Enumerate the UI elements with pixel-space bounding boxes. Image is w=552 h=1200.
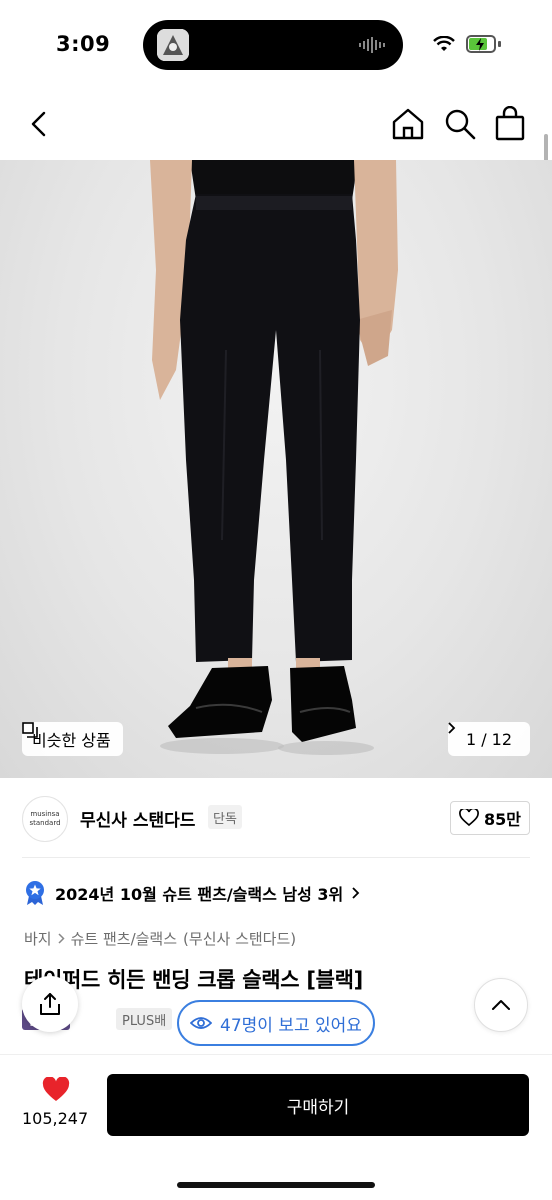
breadcrumb-category[interactable]: 슈트 팬츠/슬랙스 <box>71 928 177 949</box>
top-navigation <box>0 90 552 160</box>
share-button[interactable] <box>22 976 78 1032</box>
scroll-to-top-button[interactable] <box>474 978 528 1032</box>
brand-logo-line1: musinsa <box>30 810 60 818</box>
wifi-icon <box>433 36 455 51</box>
breadcrumb: 바지 슈트 팬츠/슬랙스 (무신사 스탠다드) <box>24 928 296 949</box>
bottom-purchase-bar: 105,247 구매하기 <box>0 1054 552 1200</box>
chevron-right-icon <box>352 887 360 899</box>
now-playing-thumbnail <box>157 29 189 61</box>
shopping-bag-icon[interactable] <box>494 106 526 142</box>
brand-name[interactable]: 무신사 스탠다드 <box>80 806 195 831</box>
breadcrumb-root[interactable]: 바지 <box>24 928 52 949</box>
breadcrumb-brand[interactable]: (무신사 스탠다드) <box>183 928 296 949</box>
status-bar: 3:09 <box>0 0 552 90</box>
audio-wave-icon <box>359 37 385 53</box>
image-pager-label: 1 / 12 <box>465 729 513 749</box>
product-image-carousel[interactable]: 비슷한 상품 1 / 12 <box>0 160 552 778</box>
chevron-up-icon <box>492 1000 510 1010</box>
battery-icon <box>466 35 496 53</box>
copy-icon <box>22 722 38 738</box>
home-icon[interactable] <box>390 106 426 142</box>
product-title: 테이퍼드 히든 밴딩 크롭 슬랙스 [블랙] <box>24 968 363 992</box>
ranking-badge-icon <box>26 881 44 905</box>
similar-products-button[interactable]: 비슷한 상품 <box>22 722 123 756</box>
product-photo <box>150 160 398 755</box>
ranking-text: 2024년 10월 슈트 팬츠/슬랙스 남성 3위 <box>55 885 344 904</box>
eye-icon <box>190 1017 213 1029</box>
image-pager-button[interactable]: 1 / 12 <box>448 722 530 756</box>
brand-row: musinsa standard 무신사 스탠다드 단독 85만 <box>0 778 552 858</box>
share-icon <box>40 993 60 1015</box>
brand-like-count: 85만 <box>484 810 521 829</box>
heart-outline-icon <box>459 809 479 827</box>
similar-products-label: 비슷한 상품 <box>32 731 111 750</box>
search-icon[interactable] <box>442 106 478 142</box>
chevron-left-icon[interactable] <box>24 108 56 140</box>
chevron-right-icon <box>58 933 65 944</box>
dynamic-island[interactable] <box>143 20 403 70</box>
divider <box>22 857 530 858</box>
brand-logo[interactable]: musinsa standard <box>22 796 68 842</box>
chevron-right-icon <box>448 722 456 734</box>
exclusive-badge: 단독 <box>208 805 242 829</box>
heart-filled-icon[interactable] <box>42 1077 70 1103</box>
product-like-count: 105,247 <box>22 1109 89 1128</box>
ranking-link[interactable]: 2024년 10월 슈트 팬츠/슬랙스 남성 3위 <box>24 880 360 906</box>
buy-button[interactable]: 구매하기 <box>107 1074 529 1136</box>
home-indicator <box>177 1182 375 1188</box>
viewers-text: 47명이 보고 있어요 <box>220 1015 362 1036</box>
viewers-indicator: 47명이 보고 있어요 <box>177 1000 375 1046</box>
brand-logo-line2: standard <box>29 819 61 827</box>
plus-delivery-tag: PLUS배 <box>116 1008 173 1030</box>
brand-like-button[interactable]: 85만 <box>450 801 530 835</box>
status-time: 3:09 <box>56 32 111 56</box>
